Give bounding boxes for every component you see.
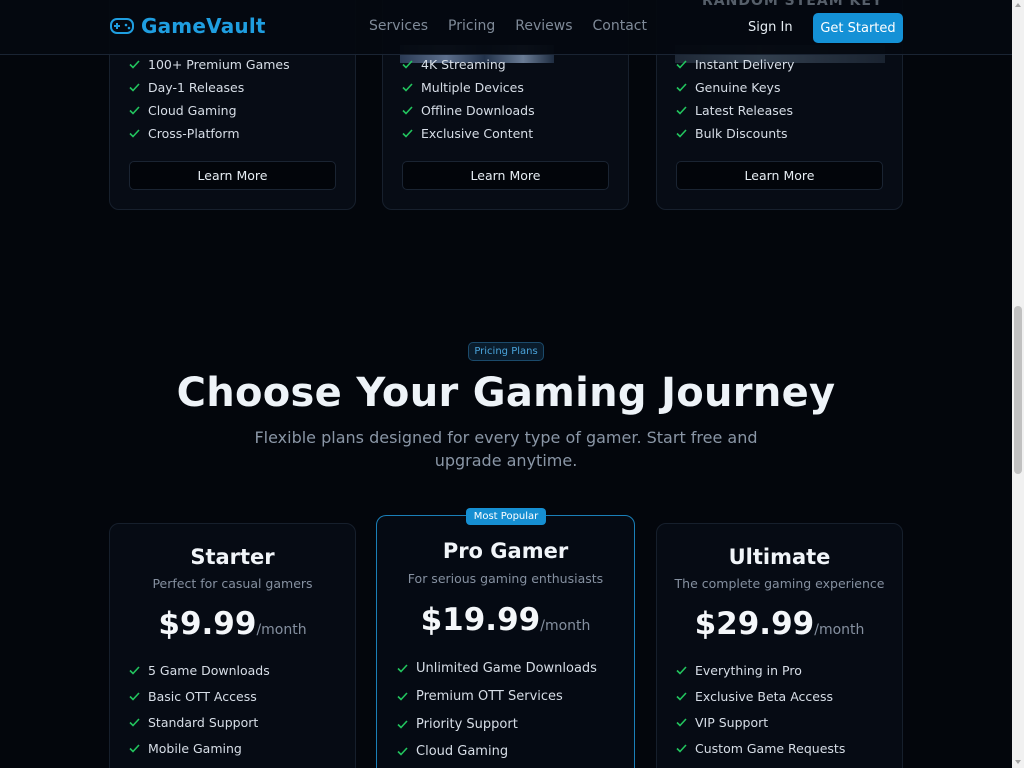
check-icon: [402, 129, 413, 138]
plan-feature: VIP Support: [676, 715, 768, 730]
plan-feature: Basic OTT Access: [129, 689, 257, 704]
plan-description: For serious gaming enthusiasts: [407, 571, 604, 586]
plan-feature: Exclusive Beta Access: [676, 689, 833, 704]
price-period: /month: [814, 622, 865, 638]
scroll-thumb[interactable]: [1014, 306, 1022, 474]
plan-feature: Premium OTT Services: [397, 689, 563, 704]
plan-feature: Everything in Pro: [676, 663, 802, 678]
check-icon: [676, 129, 687, 138]
sign-in-link[interactable]: Sign In: [748, 20, 793, 35]
scroll-up-arrow-icon[interactable]: [1015, 3, 1021, 7]
service-feature: Latest Releases: [676, 103, 793, 118]
most-popular-badge: Most Popular: [466, 508, 546, 525]
plan-feature: Mobile Gaming: [129, 741, 242, 756]
check-icon: [129, 129, 140, 138]
check-icon: [397, 720, 408, 729]
service-image-text: RANDOM STEAM KEY: [702, 0, 884, 9]
service-feature: Multiple Devices: [402, 80, 524, 95]
plan-name: Ultimate: [728, 545, 831, 569]
service-feature: Offline Downloads: [402, 103, 535, 118]
check-icon: [397, 692, 408, 701]
learn-more-button[interactable]: Learn More: [129, 161, 336, 190]
check-icon: [402, 106, 413, 115]
get-started-button[interactable]: Get Started: [813, 13, 903, 43]
check-icon: [676, 60, 687, 69]
check-icon: [397, 664, 408, 673]
price-period: /month: [540, 618, 591, 634]
plan-description: Perfect for casual gamers: [152, 576, 313, 591]
nav-contact[interactable]: Contact: [593, 18, 647, 34]
service-feature: 100+ Premium Games: [129, 57, 290, 72]
brand-name: GameVault: [141, 14, 266, 38]
nav-reviews[interactable]: Reviews: [515, 18, 572, 34]
plan-feature: Custom Game Requests: [676, 741, 845, 756]
check-icon: [676, 666, 687, 675]
page: RANDOM STEAM KEY 100+ Premium Games Day-…: [0, 0, 1012, 768]
section-subtitle: Flexible plans designed for every type o…: [254, 428, 758, 470]
check-icon: [129, 718, 140, 727]
check-icon: [676, 744, 687, 753]
check-icon: [402, 60, 413, 69]
plan-description: The complete gaming experience: [674, 576, 885, 591]
price-period: /month: [256, 622, 307, 638]
check-icon: [676, 106, 687, 115]
plan-card-starter: Starter Perfect for casual gamers $9.99/…: [109, 523, 356, 768]
plan-feature: Standard Support: [129, 715, 258, 730]
section-pill: Pricing Plans: [468, 342, 544, 361]
service-feature: Cloud Gaming: [129, 103, 237, 118]
check-icon: [129, 666, 140, 675]
plan-card-ultimate: Ultimate The complete gaming experience …: [656, 523, 903, 768]
learn-more-button[interactable]: Learn More: [402, 161, 609, 190]
price-amount: $9.99: [158, 606, 257, 642]
service-feature: Genuine Keys: [676, 80, 780, 95]
plan-price: $9.99/month: [110, 606, 355, 642]
plan-price: $29.99/month: [657, 606, 902, 642]
check-icon: [397, 747, 408, 756]
main-nav: Services Pricing Reviews Contact: [369, 18, 667, 34]
gamepad-icon: [110, 18, 134, 34]
price-amount: $19.99: [420, 602, 541, 638]
check-icon: [402, 83, 413, 92]
check-icon: [129, 744, 140, 753]
check-icon: [129, 83, 140, 92]
service-feature: Day-1 Releases: [129, 80, 244, 95]
plan-name: Pro Gamer: [442, 539, 569, 563]
plan-price: $19.99/month: [377, 602, 634, 638]
price-amount: $29.99: [694, 606, 815, 642]
nav-services[interactable]: Services: [369, 18, 428, 34]
plan-feature: Priority Support: [397, 717, 518, 732]
check-icon: [676, 83, 687, 92]
plan-name: Starter: [190, 545, 275, 569]
service-feature: Cross-Platform: [129, 126, 240, 141]
section-title: Choose Your Gaming Journey: [176, 370, 836, 416]
service-feature: 4K Streaming: [402, 57, 506, 72]
brand-logo[interactable]: GameVault: [109, 14, 266, 38]
check-icon: [129, 692, 140, 701]
service-feature: Exclusive Content: [402, 126, 533, 141]
check-icon: [129, 106, 140, 115]
plan-feature: 5 Game Downloads: [129, 663, 270, 678]
check-icon: [129, 60, 140, 69]
page-scrollbar[interactable]: [1012, 0, 1024, 768]
service-feature: Instant Delivery: [676, 57, 794, 72]
service-feature: Bulk Discounts: [676, 126, 788, 141]
plan-feature: Unlimited Game Downloads: [397, 661, 597, 676]
scroll-down-arrow-icon[interactable]: [1015, 760, 1021, 764]
check-icon: [676, 692, 687, 701]
check-icon: [676, 718, 687, 727]
learn-more-button[interactable]: Learn More: [676, 161, 883, 190]
plan-feature: Cloud Gaming: [397, 744, 508, 759]
nav-pricing[interactable]: Pricing: [448, 18, 495, 34]
